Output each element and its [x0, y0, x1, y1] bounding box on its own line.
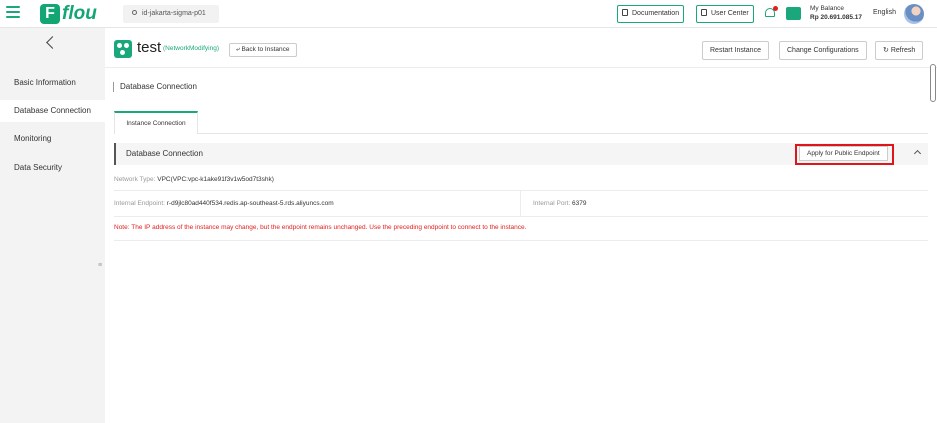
page-title: Database Connection [113, 82, 197, 92]
sidebar-item-data-security[interactable]: Data Security [0, 157, 105, 179]
back-to-instance-button[interactable]: ⤶ Back to Instance [229, 43, 297, 57]
language-selector[interactable]: English [873, 9, 896, 16]
instance-header: test (NetworkModifying) ⤶ Back to Instan… [105, 28, 937, 68]
sidebar-item-basic-information[interactable]: Basic Information [0, 72, 105, 94]
tab-bar: Instance Connection [114, 111, 928, 134]
network-type-value: VPC(VPC:vpc-k1ake91f3v1w5od7t3shk) [157, 176, 274, 183]
brand-logo[interactable]: F flou [40, 3, 97, 25]
network-type-row: Network Type: VPC(VPC:vpc-k1ake91f3v1w5o… [114, 176, 928, 183]
user-center-icon [701, 9, 707, 16]
documentation-label: Documentation [632, 10, 680, 17]
documentation-button[interactable]: Documentation [617, 5, 685, 23]
user-center-button[interactable]: User Center [696, 5, 754, 23]
instance-status: (NetworkModifying) [163, 45, 219, 52]
region-label: id-jakarta-sigma-p01 [142, 10, 206, 17]
divider [114, 216, 928, 217]
internal-port-label: Internal Port: [533, 200, 571, 207]
refresh-label: Refresh [890, 47, 916, 54]
refresh-icon: ↻ [883, 47, 891, 54]
sidebar-item-database-connection[interactable]: Database Connection [0, 100, 105, 122]
network-type-label: Network Type: [114, 176, 156, 183]
internal-endpoint-label: Internal Endpoint: [114, 200, 165, 207]
balance-amount: Rp 20.691.085.17 [810, 14, 863, 21]
menu-icon[interactable] [6, 6, 20, 20]
main-content: test (NetworkModifying) ⤶ Back to Instan… [105, 28, 937, 423]
logo-mark: F [40, 4, 60, 24]
connection-note: Note: The IP address of the instance may… [114, 224, 928, 231]
balance-display[interactable]: My Balance Rp 20.691.085.17 [810, 4, 862, 22]
internal-port-value: 6379 [572, 200, 587, 207]
tab-instance-connection[interactable]: Instance Connection [114, 111, 198, 134]
change-configurations-button[interactable]: Change Configurations [779, 41, 867, 60]
sidebar-toggle-icon[interactable]: ≡ [98, 262, 102, 269]
wallet-icon[interactable] [786, 7, 801, 20]
instance-name: test [137, 39, 162, 56]
column-divider [520, 191, 521, 216]
logo-text: flou [62, 3, 97, 24]
user-center-label: User Center [711, 10, 749, 17]
top-bar: F flou id-jakarta-sigma-p01 Documentatio… [0, 0, 937, 28]
region-selector[interactable]: id-jakarta-sigma-p01 [123, 5, 219, 23]
scrollbar[interactable] [930, 64, 936, 102]
document-icon [622, 9, 628, 16]
divider [114, 190, 928, 191]
internal-port-row: Internal Port: 6379 [533, 200, 833, 207]
refresh-button[interactable]: ↻ Refresh [875, 41, 924, 60]
instance-icon [114, 40, 132, 58]
section-title: Database Connection [126, 149, 203, 158]
notification-dot [773, 6, 778, 11]
restart-instance-button[interactable]: Restart Instance [702, 41, 769, 60]
highlight-box [795, 144, 894, 165]
back-to-instance-label: Back to Instance [241, 46, 290, 53]
location-pin-icon [132, 10, 137, 15]
sidebar: Basic Information Database Connection Mo… [0, 28, 105, 423]
divider [114, 240, 928, 241]
balance-label: My Balance [810, 5, 844, 12]
bell-icon[interactable] [764, 6, 778, 20]
avatar[interactable] [904, 4, 924, 24]
internal-endpoint-value: r-d9jlc80ad440f534.redis.ap-southeast-5.… [166, 200, 334, 207]
chevron-up-icon[interactable] [913, 149, 922, 158]
note-text: The IP address of the instance may chang… [131, 224, 527, 231]
note-label: Note: [114, 224, 130, 231]
sidebar-item-monitoring[interactable]: Monitoring [0, 128, 105, 150]
back-chevron-icon[interactable] [46, 36, 59, 49]
